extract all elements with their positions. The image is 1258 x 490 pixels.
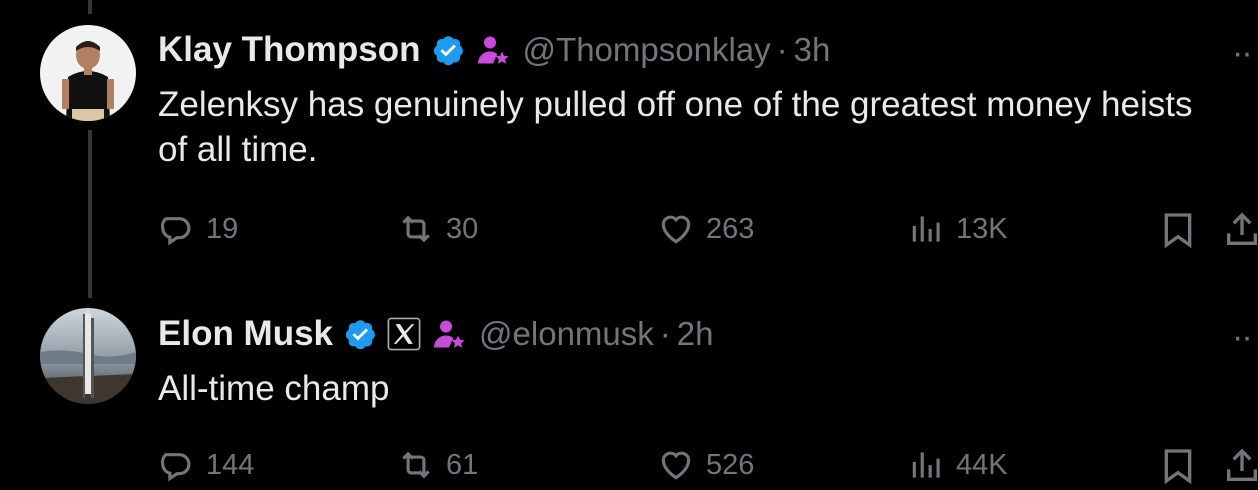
share-icon — [1227, 212, 1257, 245]
tweet-text: Zelenksy has genuinely pulled off one of… — [158, 85, 1193, 169]
reply-count: 19 — [206, 212, 239, 245]
reply-count: 144 — [206, 448, 255, 481]
repost-icon — [402, 451, 430, 479]
subscriber-person-star-icon[interactable] — [431, 316, 467, 352]
repost-count: 61 — [446, 448, 479, 481]
repost-button[interactable]: 61 — [396, 446, 478, 484]
bookmark-icon — [1164, 449, 1192, 485]
x-affiliate-logo-icon[interactable] — [387, 317, 421, 351]
username-handle[interactable]: @Thompsonklay — [523, 31, 771, 69]
tweet-header: Elon Musk @elonmusk · 2h — [158, 314, 713, 354]
display-name[interactable]: Klay Thompson — [158, 30, 421, 70]
repost-icon — [402, 215, 430, 243]
tweet-text: All-time champ — [158, 369, 390, 408]
verified-badge-icon[interactable] — [343, 317, 377, 351]
display-name[interactable]: Elon Musk — [158, 314, 333, 354]
reply-button[interactable]: 144 — [158, 446, 254, 484]
more-options-icon[interactable]: ·· — [1232, 34, 1253, 73]
separator-dot: · — [659, 315, 671, 352]
view-count: 13K — [956, 212, 1008, 245]
heart-icon — [661, 451, 691, 480]
timestamp[interactable]: 3h — [794, 31, 831, 69]
share-button[interactable] — [1222, 446, 1258, 486]
more-options-icon[interactable]: ·· — [1232, 318, 1253, 357]
avatar[interactable] — [40, 25, 136, 121]
like-count: 526 — [706, 448, 755, 481]
like-button[interactable]: 263 — [656, 210, 754, 248]
tweet-actions: 19 30 263 13K — [158, 210, 1258, 250]
avatar[interactable] — [40, 308, 136, 404]
heart-icon — [661, 215, 691, 244]
bookmark-button[interactable] — [1158, 446, 1198, 486]
username-handle[interactable]: @elonmusk — [479, 315, 654, 353]
views-button[interactable]: 44K — [908, 446, 1008, 484]
verified-badge-icon[interactable] — [431, 33, 465, 67]
analytics-bars-icon — [912, 452, 940, 478]
views-button[interactable]: 13K — [908, 210, 1008, 248]
reply-button[interactable]: 19 — [158, 210, 238, 248]
like-count: 263 — [706, 212, 755, 245]
timestamp[interactable]: 2h — [677, 315, 714, 353]
tweet-elon-musk[interactable]: Elon Musk @elonmusk · 2h ·· All-time cha… — [0, 300, 1258, 490]
share-button[interactable] — [1222, 210, 1258, 250]
like-button[interactable]: 526 — [656, 446, 754, 484]
tweet-actions: 144 61 526 44K — [158, 446, 1258, 486]
share-icon — [1227, 448, 1257, 481]
bookmark-button[interactable] — [1158, 210, 1198, 250]
tweet-header: Klay Thompson @Thompsonklay · 3h — [158, 30, 830, 70]
reply-icon — [160, 217, 191, 246]
subscriber-person-star-icon[interactable] — [475, 32, 511, 68]
repost-button[interactable]: 30 — [396, 210, 478, 248]
analytics-bars-icon — [912, 216, 940, 242]
view-count: 44K — [956, 448, 1008, 481]
reply-icon — [160, 453, 191, 482]
separator-dot: · — [776, 31, 788, 68]
bookmark-icon — [1164, 213, 1192, 249]
tweet-klay-thompson[interactable]: Klay Thompson @Thompsonklay · 3h ·· Zele… — [0, 0, 1258, 300]
repost-count: 30 — [446, 212, 479, 245]
